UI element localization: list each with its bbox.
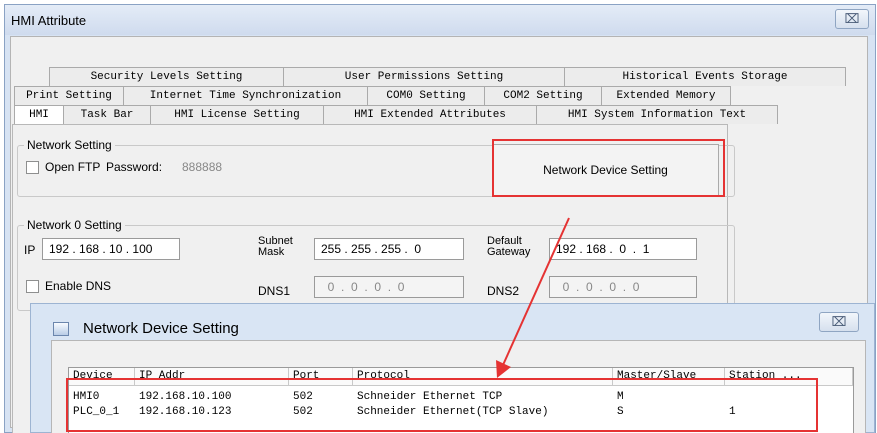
tab-extended-memory[interactable]: Extended Memory [601, 86, 731, 105]
enable-dns-label: Enable DNS [45, 279, 112, 293]
tab-historical-events[interactable]: Historical Events Storage [564, 67, 846, 86]
window-app-icon [53, 322, 69, 336]
dialog-title: Network Device Setting [83, 320, 239, 337]
dns2-field[interactable]: 0 . 0 . 0 . 0 [549, 276, 697, 298]
open-ftp-label: Open FTP [45, 160, 101, 174]
tab-com0-setting[interactable]: COM0 Setting [367, 86, 485, 105]
tab-user-permissions[interactable]: User Permissions Setting [283, 67, 565, 86]
tab-hmi-license[interactable]: HMI License Setting [150, 105, 324, 124]
tab-print-setting[interactable]: Print Setting [14, 86, 124, 105]
ip-address-field[interactable]: 192 . 168 . 10 . 100 [42, 238, 180, 260]
ip-label: IP [24, 243, 36, 257]
tab-row-2: Print Setting Internet Time Synchronizat… [14, 86, 731, 105]
tab-com2-setting[interactable]: COM2 Setting [484, 86, 602, 105]
highlight-box-table [66, 378, 818, 432]
dns2-label: DNS2 [487, 284, 520, 298]
tab-security-levels[interactable]: Security Levels Setting [49, 67, 284, 86]
dns1-label: DNS1 [258, 284, 291, 298]
dns1-field[interactable]: 0 . 0 . 0 . 0 [314, 276, 464, 298]
network-setting-label: Network Setting [24, 138, 115, 152]
tab-hmi[interactable]: HMI [14, 105, 64, 124]
tab-row-1: Security Levels Setting User Permissions… [49, 67, 846, 86]
enable-dns-checkbox[interactable] [26, 280, 39, 293]
network0-setting-label: Network 0 Setting [24, 218, 125, 232]
default-gateway-field[interactable]: 192 . 168 . 0 . 1 [549, 238, 697, 260]
tab-hmi-system-info-text[interactable]: HMI System Information Text [536, 105, 778, 124]
tab-task-bar[interactable]: Task Bar [63, 105, 151, 124]
subnet-label: Subnet Mask [258, 236, 293, 258]
window-title: HMI Attribute [11, 13, 87, 28]
subnet-mask-field[interactable]: 255 . 255 . 255 . 0 [314, 238, 464, 260]
highlight-box-button [492, 139, 725, 197]
subnet-label-line2: Mask [258, 246, 285, 258]
gateway-label: Default Gateway [487, 236, 530, 258]
tab-internet-time-sync[interactable]: Internet Time Synchronization [123, 86, 368, 105]
open-ftp-checkbox[interactable] [26, 161, 39, 174]
tab-hmi-extended-attributes[interactable]: HMI Extended Attributes [323, 105, 537, 124]
password-field[interactable]: 888888 [182, 160, 222, 174]
gateway-label-line2: Gateway [487, 246, 531, 258]
dialog-close-button[interactable]: ⌧ [819, 312, 859, 332]
password-label: Password: [106, 160, 163, 174]
window-close-button[interactable]: ⌧ [835, 9, 869, 29]
tab-row-3: HMI Task Bar HMI License Setting HMI Ext… [14, 105, 778, 124]
title-bar[interactable]: HMI Attribute ⌧ [5, 5, 875, 35]
